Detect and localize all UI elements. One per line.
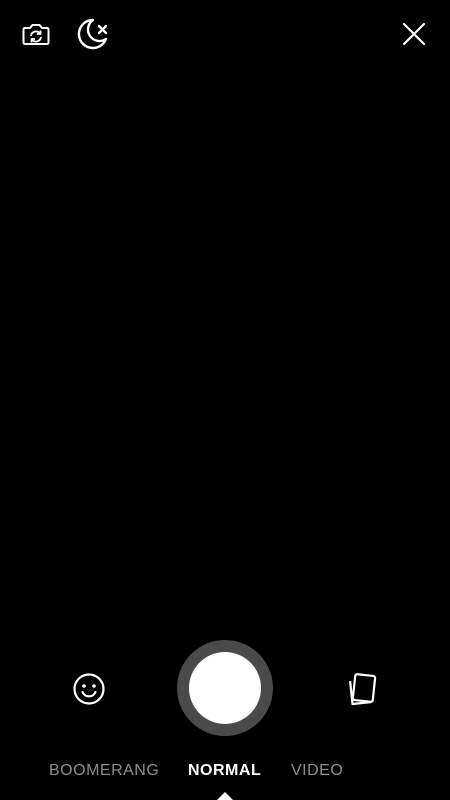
active-mode-indicator (217, 792, 233, 800)
gallery-icon (349, 673, 377, 706)
camera-flip-icon (22, 24, 50, 45)
shutter-button[interactable] (177, 640, 273, 736)
flip-camera-button[interactable] (16, 14, 56, 54)
shutter-button-center (189, 652, 261, 724)
gallery-button[interactable] (338, 666, 384, 712)
mode-normal[interactable]: NORMAL (188, 758, 261, 784)
mode-video[interactable]: VIDEO (291, 758, 343, 784)
face-effects-icon (73, 673, 105, 705)
face-effects-button[interactable] (66, 666, 112, 712)
close-icon (402, 22, 426, 46)
night-mode-off-icon (77, 18, 108, 50)
mode-boomerang[interactable]: BOOMERANG (49, 758, 159, 784)
night-mode-button[interactable] (70, 12, 114, 56)
capture-mode-selector: BOOMERANG NORMAL VIDEO (0, 758, 450, 784)
close-button[interactable] (394, 14, 434, 54)
